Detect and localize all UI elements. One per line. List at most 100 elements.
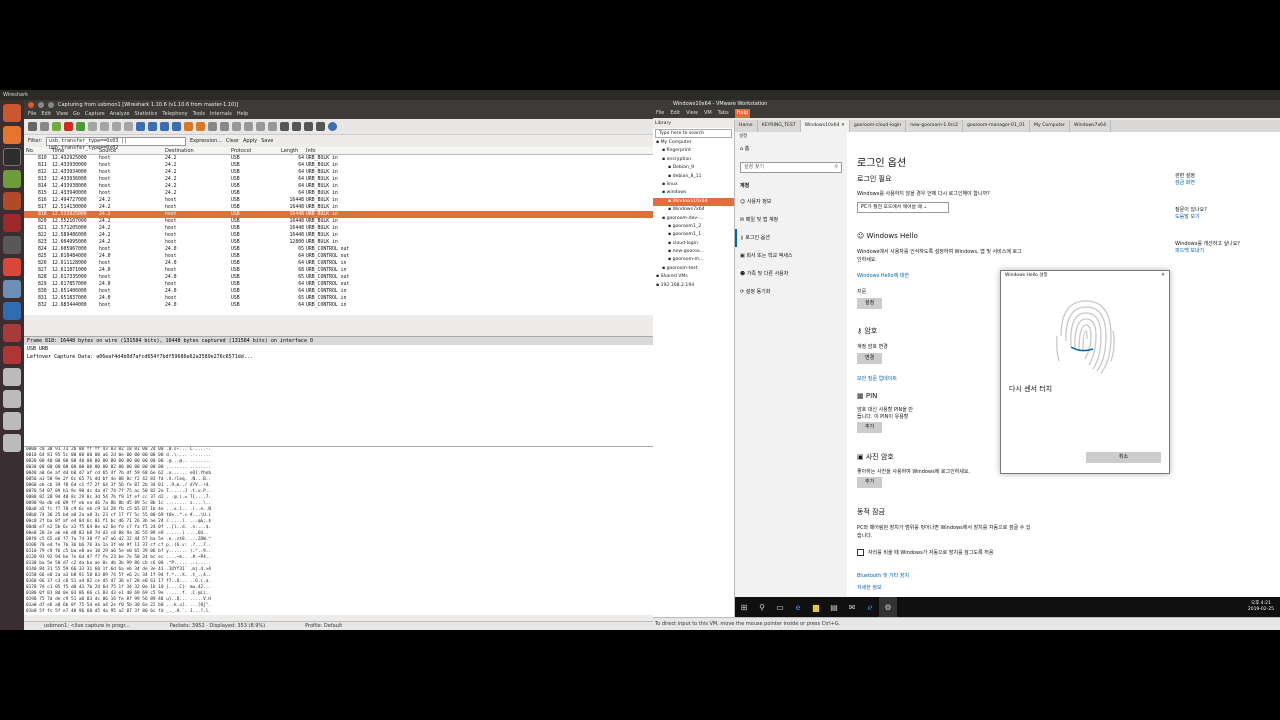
drive-icon[interactable] <box>3 390 21 408</box>
packet-row[interactable]: 823 12.604995000 24.2 host USB 12800 URB_BULK … <box>24 239 653 246</box>
checkbox[interactable] <box>857 549 864 556</box>
vm-tab[interactable]: gooroom-manager-01_01 <box>963 120 1031 132</box>
library-item[interactable]: ▪ windows <box>653 189 734 197</box>
library-item[interactable]: ▪ Windows10x64 <box>653 197 734 207</box>
menu-edit[interactable]: Edit <box>41 111 51 117</box>
menu-file[interactable]: File <box>28 111 36 117</box>
column-header[interactable]: Info <box>306 147 406 154</box>
bluetooth-link[interactable]: Bluetooth 및 기타 장치 <box>857 572 909 579</box>
capture-filters-icon[interactable] <box>280 122 289 131</box>
vm-menu-view[interactable]: View <box>686 109 698 118</box>
packet-row[interactable]: 812 12.433934000 host 24.2 USB 64 URB_BULK in <box>24 169 653 176</box>
column-header[interactable]: Protocol <box>231 147 281 154</box>
hello-link[interactable]: Windows Hello에 대한 <box>857 272 909 279</box>
sidebar-item[interactable]: ✉ 메일 및 앱 계정 <box>735 211 847 229</box>
packet-details[interactable]: Frame 818: 16448 bytes on wire (131584 b… <box>24 336 653 446</box>
clock[interactable]: 오후 4:21 2019-02-25 <box>1248 601 1280 613</box>
status-profile[interactable]: Profile: Default <box>305 622 342 630</box>
packet-row[interactable]: 829 12.617857000 24.0 host USB 64 URB_CONTROL … <box>24 281 653 288</box>
filter-clear-button[interactable]: Clear <box>226 138 239 144</box>
display-filters-icon[interactable] <box>292 122 301 131</box>
sidebar-item[interactable]: ☻ 가족 및 다른 사용자 <box>735 265 847 283</box>
wireshark-icon[interactable] <box>3 302 21 320</box>
packet-row[interactable]: 827 12.611871000 24.0 host USB 68 URB_CONTROL … <box>24 267 653 274</box>
app-icon[interactable] <box>3 324 21 342</box>
start-icon[interactable] <box>52 122 61 131</box>
library-item[interactable]: ▪ Debian_9 <box>653 164 734 172</box>
vm-tab[interactable]: Windows10x64 ✕ <box>800 120 850 132</box>
vm-menu-help[interactable]: Help <box>734 109 751 118</box>
related-link[interactable]: 잠금 화면 <box>1175 179 1275 186</box>
filter-save-button[interactable]: Save <box>261 138 273 144</box>
forward-icon[interactable] <box>160 122 169 131</box>
settings-search[interactable]: 설정 찾기 ⚲ <box>740 162 842 173</box>
column-header[interactable]: No. <box>24 147 52 154</box>
detail-row[interactable]: Frame 818: 16448 bytes on wire (131584 b… <box>24 337 653 345</box>
file-explorer-icon[interactable]: ▆ <box>807 597 825 617</box>
detail-row[interactable]: Leftover Capture Data: a06eaf4d4b0d7afcd… <box>24 353 653 361</box>
menu-help[interactable]: Help <box>237 111 248 117</box>
pic-add-button[interactable]: 추가 <box>857 477 883 488</box>
vm-tab[interactable]: Windows7x64 <box>1070 120 1112 132</box>
first-icon[interactable] <box>184 122 193 131</box>
column-header[interactable]: Length <box>281 147 306 154</box>
vm-tab[interactable]: My Computer <box>1030 120 1071 132</box>
zoom-in-icon[interactable] <box>232 122 241 131</box>
packet-row[interactable]: 826 12.611128000 host 24.0 USB 64 URB_CONTROL … <box>24 260 653 267</box>
library-item[interactable]: ▪ debian_8_11 <box>653 173 734 181</box>
terminal-icon[interactable] <box>3 148 21 166</box>
dyn-checkbox-row[interactable]: 자리를 비울 때 Windows가 자동으로 장치를 잠그도록 허용 <box>857 549 993 556</box>
store-icon[interactable]: ▤ <box>825 597 843 617</box>
options-icon[interactable] <box>40 122 49 131</box>
save-icon[interactable] <box>100 122 109 131</box>
pin-add-button[interactable]: 추가 <box>857 422 883 433</box>
reload-icon[interactable] <box>124 122 133 131</box>
column-header[interactable]: Destination <box>165 147 231 154</box>
ie-icon[interactable]: ℯ <box>861 597 879 617</box>
change-button[interactable]: 변경 <box>857 353 883 364</box>
library-item[interactable]: ▪ My Computer <box>653 139 734 147</box>
column-header[interactable]: Time <box>52 147 99 154</box>
packet-row[interactable]: 832 12.683444000 host 24.0 USB 64 URB_CONTROL … <box>24 302 653 309</box>
library-item[interactable]: ▪ linux <box>653 181 734 189</box>
column-header[interactable]: Source <box>99 147 165 154</box>
drive-icon[interactable] <box>3 412 21 430</box>
related-link[interactable]: 도움말 보기 <box>1175 213 1275 220</box>
dialog-cancel-button[interactable]: 취소 <box>1086 452 1161 463</box>
packet-row[interactable]: 828 12.617335000 host 24.0 USB 65 URB_CONTROL … <box>24 274 653 281</box>
menu-tools[interactable]: Tools <box>193 111 205 117</box>
guest-screen[interactable]: 설정 ⌂ 홈 설정 찾기 ⚲ 계정 ☺ 사용자 정보 ✉ 메일 및 앱 계정 ⚷ 로그… <box>735 132 1280 617</box>
vm-menu-tabs[interactable]: Tabs <box>718 109 729 118</box>
search-icon[interactable]: ⚲ <box>753 597 771 617</box>
setup-button[interactable]: 설정 <box>857 298 883 309</box>
library-item[interactable]: ▪ gooroom1_2 <box>653 223 734 231</box>
maximize-icon[interactable] <box>48 102 54 108</box>
sidebar-item[interactable]: ☺ 사용자 정보 <box>735 193 847 211</box>
close-file-icon[interactable] <box>112 122 121 131</box>
detail-row[interactable]: USB URB <box>24 345 653 353</box>
filter-expression-button[interactable]: Expression... <box>190 138 222 144</box>
packet-row[interactable]: 821 12.571205000 24.2 host USB 16448 URB_BULK … <box>24 225 653 232</box>
zoom-reset-icon[interactable] <box>256 122 265 131</box>
packet-list[interactable]: 810 12.432925000 host 24.2 USB 64 URB_BULK in 8… <box>24 155 653 315</box>
interfaces-icon[interactable] <box>28 122 37 131</box>
vm-tab[interactable]: new-gooroom-1.0rc2 <box>906 120 963 132</box>
mail-icon[interactable]: ✉ <box>843 597 861 617</box>
drive-icon[interactable] <box>3 434 21 452</box>
preferences-icon[interactable] <box>316 122 325 131</box>
packet-row[interactable]: 815 12.433940000 host 24.2 USB 64 URB_BULK in <box>24 190 653 197</box>
close-icon[interactable]: ✕ <box>840 123 845 128</box>
vm-menu-edit[interactable]: Edit <box>670 109 680 118</box>
chrome-icon[interactable] <box>3 258 21 276</box>
packet-row[interactable]: 811 12.433930000 host 24.2 USB 64 URB_BULK in <box>24 162 653 169</box>
library-item[interactable]: ▪ encryption <box>653 156 734 164</box>
filter-apply-button[interactable]: Apply <box>243 138 257 144</box>
packet-row[interactable]: 814 12.433938000 host 24.2 USB 64 URB_BULK in <box>24 183 653 190</box>
library-item[interactable]: ▪ cloud-login <box>653 240 734 248</box>
windows-start-icon[interactable]: ⊞ <box>735 597 753 617</box>
packet-row[interactable]: 810 12.432925000 host 24.2 USB 64 URB_BULK in <box>24 155 653 162</box>
menu-statistics[interactable]: Statistics <box>134 111 157 117</box>
drive-icon[interactable] <box>3 368 21 386</box>
packet-row[interactable]: 813 12.433936000 host 24.2 USB 64 URB_BULK in <box>24 176 653 183</box>
app-icon[interactable] <box>3 214 21 232</box>
